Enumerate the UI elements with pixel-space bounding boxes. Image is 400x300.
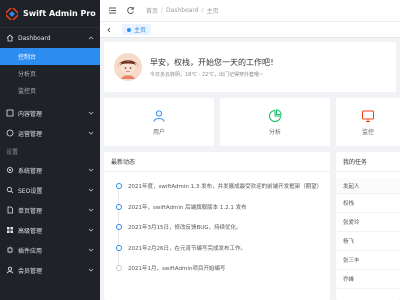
avatar [114,53,142,81]
chevron-down-icon [88,188,94,192]
timeline-item-text: 2021年1月，swiftAdmin项目开始编写 [128,266,226,273]
menu-advanced[interactable]: 高级管理 [0,220,100,240]
quick-card-monitor-label: 监控 [361,128,374,136]
timeline-item: 2021年2月26日，在元宵节编写完成发布工作。 [116,238,330,259]
menu-advanced-label: 高级管理 [18,227,43,235]
timeline-item-text: 2021年3月15日，修改反馈BUG，持续优化。 [128,225,242,232]
collapse-menu-icon[interactable] [106,5,118,17]
chevron-down-icon [88,268,94,272]
active-dot-icon [127,27,131,32]
chevron-left-icon[interactable] [104,25,114,35]
tab-bar: 主页 [100,22,400,38]
content-icon [6,109,14,117]
gear-icon [6,166,14,174]
advanced-icon [6,226,14,234]
chevron-down-icon [88,248,94,252]
table-row[interactable]: 张爱玲 [336,213,400,232]
brand[interactable]: Swift Admin Pro [0,0,100,28]
tab-home-label: 主页 [134,27,147,34]
quick-card-users[interactable]: 用户 [104,98,214,146]
tab-home[interactable]: 主页 [122,24,152,35]
timeline-item: 2021年，swiftAdmin 后端旗舰版本 1.2.1 发布 [116,197,330,218]
news-panel-title: 最新动态 [104,152,330,172]
page-icon [6,206,14,214]
sidebar-item-console[interactable]: 控制台 [0,48,100,65]
chevron-down-icon [88,111,94,115]
sidebar-item-analysis[interactable]: 分析页 [0,65,100,82]
news-panel: 最新动态 2021年度，swiftAdmin 1.3 发布，并发展成最受欢迎的前… [104,152,330,300]
sidebar-item-monitor[interactable]: 监控页 [0,82,100,99]
breadcrumb: 首页 / Dashboard / 主页 [146,6,219,15]
menu-page[interactable]: 单页管理 [0,200,100,220]
chevron-down-icon [88,208,94,212]
menu-operation-label: 运营管理 [18,130,43,138]
section-label-settings: 设置 [6,149,19,156]
menu-seo-label: SEO设置 [18,187,43,195]
timeline-item: 2021年1月，swiftAdmin项目开始编写 [116,258,330,279]
tasks-column-header: 发起人 [336,178,400,194]
quick-card-users-label: 用户 [152,128,165,136]
menu-page-label: 单页管理 [18,207,43,215]
user-icon [152,109,166,123]
menu-operation[interactable]: 运营管理 [0,123,100,143]
operation-icon [6,129,14,137]
timeline-item-text: 2021年2月26日，在元宵节编写完成发布工作。 [128,245,246,252]
menu-plugin-label: 插件应用 [18,247,43,255]
sidebar: Swift Admin Pro Dashboard 控制台 分析页 监控页 内容… [0,0,100,300]
welcome-card: 早安，权栈，开始您一天的工作吧！ 今日多云转阴，18℃ - 22℃，出门记得穿外… [104,42,396,92]
timeline-item: 2021年3月15日，修改反馈BUG，持续优化。 [116,217,330,238]
table-row[interactable]: 杨飞 [336,232,400,251]
chevron-down-icon [88,131,94,135]
table-row[interactable]: 张三丰 [336,251,400,270]
welcome-title: 早安，权栈，开始您一天的工作吧！ [150,57,278,67]
table-row[interactable]: 乔峰 [336,270,400,289]
chevron-down-icon [88,168,94,172]
refresh-icon[interactable] [124,5,136,17]
timeline-dot-icon [116,203,122,210]
news-timeline: 2021年度，swiftAdmin 1.3 发布，并发展成最受欢迎的前端开发框架… [104,172,330,279]
timeline-dot-icon [116,224,122,231]
menu-content[interactable]: 内容管理 [0,103,100,123]
menu-content-label: 内容管理 [18,110,43,118]
quick-card-monitor[interactable]: 监控 [336,98,400,146]
logo-icon [6,7,18,20]
tasks-panel-title: 我的任务 [336,152,400,172]
breadcrumb-item[interactable]: 首页 [146,6,158,15]
app-title: Swift Admin Pro [23,9,96,18]
menu-system-label: 系统管理 [18,167,43,175]
timeline-dot-icon [116,244,122,251]
menu-plugin[interactable]: 插件应用 [0,240,100,260]
breadcrumb-item[interactable]: Dashboard [166,7,199,14]
timeline-item-text: 2021年度，swiftAdmin 1.3 发布，并发展成最受欢迎的前端开发框架… [128,184,323,191]
analytics-icon [268,108,282,123]
tasks-panel: 我的任务 发起人 权栈 张爱玲 杨飞 张三丰 乔峰 [336,152,400,300]
plugin-icon [6,246,14,254]
menu-member[interactable]: 会员管理 [0,260,100,280]
topbar: 首页 / Dashboard / 主页 [100,0,400,22]
table-row[interactable]: 权栈 [336,194,400,213]
timeline-dot-icon [116,183,122,190]
chevron-down-icon [88,228,94,232]
timeline-item: 2021年度，swiftAdmin 1.3 发布，并发展成最受欢迎的前端开发框架… [116,176,330,197]
menu-dashboard[interactable]: Dashboard [0,28,100,48]
welcome-subtitle: 今日多云转阴，18℃ - 22℃，出门记得穿外套哦~ [150,71,264,78]
quick-card-analytics-label: 分析 [268,128,281,136]
timeline-item-text: 2021年，swiftAdmin 后端旗舰版本 1.2.1 发布 [128,204,247,211]
quick-card-analytics[interactable]: 分析 [220,98,330,146]
menu-member-label: 会员管理 [18,267,43,275]
timeline-dot-icon [116,265,122,272]
monitor-icon [361,109,375,123]
menu-system[interactable]: 系统管理 [0,160,100,180]
member-icon [6,266,14,274]
seo-icon [6,186,14,194]
menu-dashboard-label: Dashboard [18,34,51,42]
menu-seo[interactable]: SEO设置 [0,180,100,200]
breadcrumb-item-current: 主页 [206,8,219,15]
chevron-up-icon [88,36,94,40]
dashboard-icon [6,34,14,42]
